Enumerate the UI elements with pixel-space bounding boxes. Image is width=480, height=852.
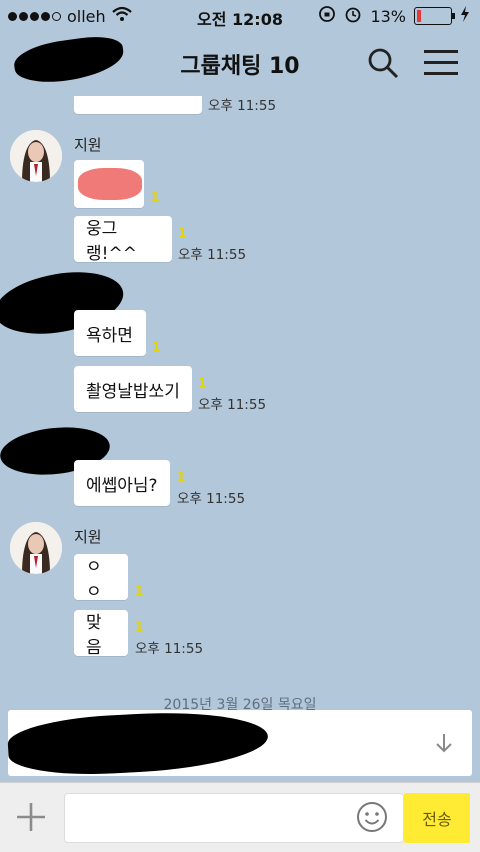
unread-count: 1 (151, 190, 160, 204)
new-message-preview[interactable] (6, 707, 472, 779)
top-bar: olleh 오전 12:08 13% 그룹채팅 10 (0, 0, 480, 96)
message-bubble[interactable]: 욕하면 (74, 310, 146, 356)
unread-count: 1 (177, 470, 186, 484)
sender-name: 지원 (74, 528, 102, 546)
message-bubble[interactable]: 맞음 (74, 610, 128, 658)
message-text: 촬영날밥쏘기 (86, 381, 180, 402)
unread-count: 1 (178, 226, 187, 240)
message-time: 오후 11:55 (208, 98, 277, 114)
message-time: 오후 11:55 (135, 641, 204, 657)
status-bar: olleh 오전 12:08 13% (0, 0, 480, 30)
input-bar: 전송 (0, 782, 480, 852)
member-count: 10 (269, 54, 300, 79)
unread-count: 1 (152, 340, 161, 354)
menu-icon[interactable] (424, 50, 458, 76)
redacted-content (78, 168, 142, 200)
avatar[interactable] (10, 522, 62, 574)
message-text: 웅그랭!^^ (86, 219, 137, 264)
battery-percent: 13% (370, 6, 406, 26)
send-button[interactable]: 전송 (404, 793, 470, 843)
message-time: 오후 11:55 (177, 491, 246, 507)
message-bubble[interactable]: 에쎕아님? (74, 460, 170, 506)
rotation-lock-icon (318, 5, 336, 27)
avatar[interactable] (10, 130, 62, 182)
unread-count: 1 (135, 584, 144, 598)
charging-icon (460, 6, 470, 26)
message-bubble[interactable] (74, 160, 144, 208)
message-bubble[interactable]: ㅇㅇ (74, 554, 128, 602)
search-icon[interactable] (366, 46, 400, 80)
message-text: 욕하면 (86, 325, 133, 346)
battery-icon (414, 7, 455, 25)
message-text: ㅇㅇ (86, 557, 102, 602)
chat-title-text: 그룹채팅 (180, 54, 262, 79)
alarm-icon (344, 5, 362, 27)
message-time: 오후 11:55 (178, 247, 247, 263)
message-bubble[interactable]: 웅그랭!^^ (74, 216, 172, 264)
unread-count: 1 (198, 376, 207, 390)
redacted-content (6, 707, 270, 779)
sender-name: 지원 (74, 136, 102, 154)
plus-icon[interactable] (14, 800, 48, 834)
message-bubble[interactable]: 촬영날밥쏘기 (74, 366, 192, 412)
message-input[interactable] (64, 793, 404, 843)
navigation-bar: 그룹채팅 10 (0, 32, 480, 88)
unread-count: 1 (135, 620, 144, 634)
chat-title: 그룹채팅 10 (0, 48, 480, 80)
message-text: 에쎕아님? (86, 475, 158, 496)
arrow-down-icon[interactable] (434, 732, 454, 754)
message-time: 오후 11:55 (198, 397, 267, 413)
message-text: 맞음 (86, 613, 102, 658)
emoticon-icon[interactable] (356, 801, 388, 833)
